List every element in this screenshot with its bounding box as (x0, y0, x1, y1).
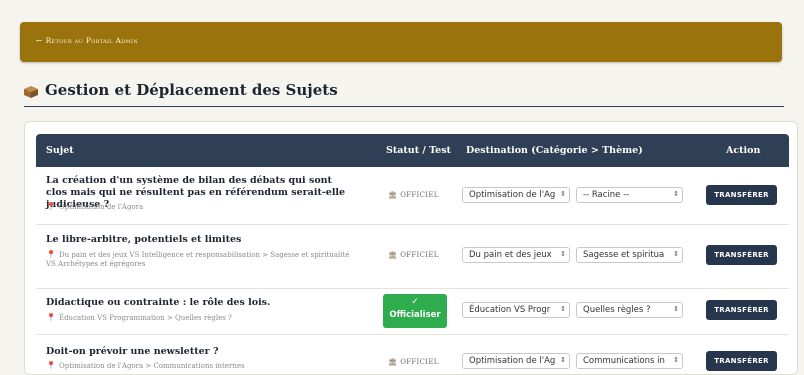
top-banner: ← Retour au Portail Admin (20, 22, 782, 62)
page-title: Gestion et Déplacement des Sujets (24, 81, 338, 99)
transfer-button[interactable]: TRANSFÉRER (706, 300, 777, 320)
select-caret-icon: ⇕ (673, 305, 679, 313)
title-divider (24, 106, 784, 107)
category-select[interactable]: Optimisation de l'Ag ⇕ (462, 353, 570, 369)
status-text: OFFICIEL (400, 358, 439, 366)
select-caret-icon: ⇕ (560, 190, 566, 198)
select-caret-icon: ⇕ (673, 250, 679, 258)
select-caret-icon: ⇕ (560, 250, 566, 258)
theme-select[interactable]: Quelles règles ? ⇕ (576, 302, 683, 318)
category-value: Optimisation de l'Ag (469, 190, 556, 200)
table-row: Le libre-arbitre, potentiels et limites … (36, 224, 789, 289)
category-value: Éducation VS Progr (469, 305, 551, 315)
subject-title: Doit-on prévoir une newsletter ? (46, 346, 219, 357)
building-icon: 🏛 (388, 251, 398, 259)
subjects-card: Sujet Statut / Test Destination (Catégor… (24, 121, 798, 375)
subject-path-text: Du pain et des jeux VS Intelligence et r… (46, 251, 350, 268)
pin-icon: 📍 (46, 313, 56, 322)
theme-select[interactable]: -- Racine -- ⇕ (576, 187, 683, 203)
back-arrow-icon: ← (36, 36, 43, 45)
header-subject: Sujet (46, 145, 74, 156)
theme-select[interactable]: Communications in ⇕ (576, 353, 683, 369)
header-action: Action (726, 145, 761, 156)
table-row: La création d'un système de bilan des dé… (36, 167, 789, 225)
select-caret-icon: ⇕ (673, 356, 679, 364)
subject-path: 📍 Optimisation de l'Agora (46, 202, 356, 212)
category-value: Du pain et des jeux (469, 250, 552, 260)
transfer-button[interactable]: TRANSFÉRER (706, 351, 777, 371)
subject-title: Le libre-arbitre, potentiels et limites (46, 234, 242, 245)
status-badge: 🏛 OFFICIEL (388, 251, 439, 259)
subject-path: 📍 Du pain et des jeux VS Intelligence et … (46, 250, 356, 269)
page-title-text: Gestion et Déplacement des Sujets (45, 81, 338, 99)
select-caret-icon: ⇕ (560, 356, 566, 364)
category-select[interactable]: Optimisation de l'Ag ⇕ (462, 187, 570, 203)
transfer-button[interactable]: TRANSFÉRER (706, 185, 777, 205)
theme-value: Sagesse et spiritua (583, 250, 665, 260)
header-status: Statut / Test (386, 145, 451, 156)
category-select[interactable]: Éducation VS Progr ⇕ (462, 302, 570, 318)
officialize-label: Officialiser (389, 310, 441, 320)
subject-path: 📍 Optimisation de l'Agora > Communication… (46, 361, 356, 371)
theme-value: Quelles règles ? (583, 305, 651, 315)
category-value: Optimisation de l'Ag (469, 356, 556, 366)
back-to-admin-link[interactable]: ← Retour au Portail Admin (36, 36, 138, 45)
table-header: Sujet Statut / Test Destination (Catégor… (36, 134, 789, 167)
subject-path-text: Optimisation de l'Agora (58, 203, 144, 211)
building-icon: 🏛 (388, 191, 398, 199)
transfer-button[interactable]: TRANSFÉRER (706, 245, 777, 265)
pin-icon: 📍 (46, 202, 56, 211)
status-text: OFFICIEL (400, 191, 439, 199)
building-icon: 🏛 (388, 358, 398, 366)
theme-select[interactable]: Sagesse et spiritua ⇕ (576, 247, 683, 263)
subject-path-text: Éducation VS Programmation > Quelles règ… (58, 314, 232, 322)
theme-value: -- Racine -- (583, 190, 630, 200)
select-caret-icon: ⇕ (673, 190, 679, 198)
status-text: OFFICIEL (400, 251, 439, 259)
header-destination: Destination (Catégorie > Thème) (466, 145, 643, 156)
subject-title: Didactique ou contrainte : le rôle des l… (46, 297, 271, 308)
officialize-button[interactable]: ✓ Officialiser (383, 294, 447, 328)
package-icon (24, 84, 38, 98)
category-select[interactable]: Du pain et des jeux ⇕ (462, 247, 570, 263)
back-link-label: Retour au Portail Admin (45, 36, 138, 45)
table-row: Didactique ou contrainte : le rôle des l… (36, 288, 789, 335)
theme-value: Communications in (583, 356, 665, 366)
subject-path-text: Optimisation de l'Agora > Communications… (58, 362, 245, 370)
subject-path: 📍 Éducation VS Programmation > Quelles rè… (46, 313, 356, 323)
pin-icon: 📍 (46, 361, 56, 370)
status-badge: 🏛 OFFICIEL (388, 191, 439, 199)
check-icon: ✓ (411, 297, 419, 307)
table-row: Doit-on prévoir une newsletter ? 📍 Optimi… (36, 334, 789, 374)
select-caret-icon: ⇕ (560, 305, 566, 313)
status-badge: 🏛 OFFICIEL (388, 358, 439, 366)
pin-icon: 📍 (46, 250, 56, 259)
